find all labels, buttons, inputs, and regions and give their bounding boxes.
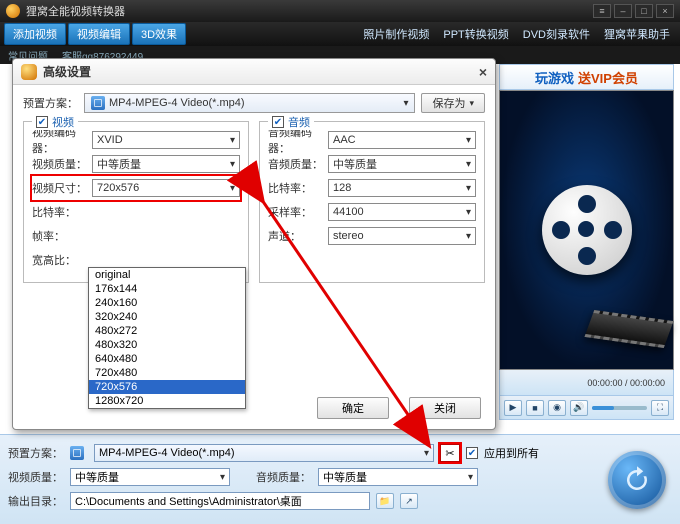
link-photo[interactable]: 照片制作视频 — [363, 26, 429, 42]
advanced-settings-dialog: 高级设置 × 预置方案： MP4-MPEG-4 Video(*.mp4) 保存为… — [12, 58, 496, 430]
app-title: 狸窝全能视频转换器 — [26, 3, 125, 19]
video-codec-select[interactable]: XVID — [92, 131, 240, 149]
video-quality-select[interactable]: 中等质量 — [70, 468, 230, 486]
audio-quality-select-dlg[interactable]: 中等质量 — [328, 155, 476, 173]
video-preview — [499, 90, 674, 370]
preset-select[interactable]: MP4-MPEG-4 Video(*.mp4) — [94, 444, 434, 462]
app-icon — [6, 4, 20, 18]
video-fieldset: ✔视频 视频编码器：XVID 视频质量：中等质量 视频尺寸：720x576 比特… — [23, 121, 249, 283]
dialog-title: 高级设置 — [43, 63, 91, 80]
volume-icon[interactable]: 🔊 — [570, 400, 588, 416]
video-size-dropdown[interactable]: original176x144240x160320x240480x272480x… — [88, 267, 246, 409]
size-option[interactable]: 720x480 — [89, 366, 245, 380]
audio-samplerate-label: 采样率： — [268, 204, 324, 220]
film-reel-icon — [542, 185, 632, 275]
dialog-icon — [21, 64, 37, 80]
film-strip-icon — [584, 310, 673, 348]
audio-quality-select[interactable]: 中等质量 — [318, 468, 478, 486]
banner-text-2: 送VIP会员 — [578, 68, 638, 87]
dlg-preset-select[interactable]: MP4-MPEG-4 Video(*.mp4) — [84, 93, 415, 113]
banner-text-1: 玩游戏 — [535, 68, 574, 87]
preset-file-icon — [91, 96, 105, 110]
video-timeline-bar: 00:00:00 / 00:00:00 — [499, 370, 674, 396]
video-aspect-label: 宽高比： — [32, 252, 88, 268]
audio-quality-label: 音频质量： — [268, 156, 324, 172]
add-video-button[interactable]: 添加视频 — [4, 23, 66, 45]
size-option[interactable]: 480x320 — [89, 338, 245, 352]
convert-button[interactable] — [608, 451, 666, 509]
main-toolbar: 添加视频 视频编辑 3D效果 照片制作视频 PPT转换视频 DVD刻录软件 狸窝… — [0, 22, 680, 46]
audio-samplerate-select[interactable]: 44100 — [328, 203, 476, 221]
link-apple[interactable]: 狸窝苹果助手 — [604, 26, 670, 42]
video-quality-label: 视频质量： — [32, 156, 88, 172]
link-ppt[interactable]: PPT转换视频 — [443, 26, 508, 42]
dialog-close-button[interactable]: × — [479, 64, 487, 80]
video-quality-label: 视频质量： — [8, 469, 64, 485]
audio-channel-label: 声道： — [268, 228, 324, 244]
output-dir-label: 输出目录： — [8, 493, 64, 509]
video-fps-label: 帧率： — [32, 228, 88, 244]
size-option[interactable]: original — [89, 268, 245, 282]
output-dir-field[interactable]: C:\Documents and Settings\Administrator\… — [70, 492, 370, 510]
promo-banner[interactable]: 玩游戏 送VIP会员 — [499, 64, 674, 90]
dialog-titlebar: 高级设置 × — [13, 59, 495, 85]
bottom-panel: 预置方案： MP4-MPEG-4 Video(*.mp4) ✂ ✔ 应用到所有 … — [0, 434, 680, 524]
size-option[interactable]: 720x576 — [89, 380, 245, 394]
time-display: 00:00:00 / 00:00:00 — [587, 378, 665, 388]
audio-legend: 音频 — [288, 114, 310, 130]
dlg-preset-label: 预置方案： — [23, 95, 78, 111]
preset-file-icon — [70, 446, 84, 460]
stop-button[interactable]: ■ — [526, 400, 544, 416]
video-enable-checkbox[interactable]: ✔ — [36, 116, 48, 128]
play-button[interactable]: ▶ — [504, 400, 522, 416]
window-maximize[interactable]: □ — [635, 4, 653, 18]
window-settings-icon[interactable]: ≡ — [593, 4, 611, 18]
link-dvd[interactable]: DVD刻录软件 — [523, 26, 590, 42]
video-size-label: 视频尺寸： — [32, 180, 88, 196]
effect-3d-button[interactable]: 3D效果 — [132, 23, 186, 45]
size-option[interactable]: 640x480 — [89, 352, 245, 366]
cancel-button[interactable]: 关闭 — [409, 397, 481, 419]
window-minimize[interactable]: – — [614, 4, 632, 18]
audio-fieldset: ✔音频 音频编码器：AAC 音频质量：中等质量 比特率：128 采样率：4410… — [259, 121, 485, 283]
audio-quality-label: 音频质量： — [256, 469, 312, 485]
browse-folder-button[interactable]: 📁 — [376, 493, 394, 509]
fullscreen-button[interactable]: ⛶ — [651, 400, 669, 416]
apply-all-label: 应用到所有 — [484, 445, 539, 461]
scissors-icon: ✂ — [445, 447, 454, 460]
advanced-settings-button[interactable]: ✂ — [440, 444, 460, 462]
volume-slider[interactable] — [592, 406, 647, 410]
size-option[interactable]: 1280x720 — [89, 394, 245, 408]
save-as-button[interactable]: 保存为 — [421, 93, 485, 113]
snapshot-button[interactable]: ◉ — [548, 400, 566, 416]
preset-label: 预置方案： — [8, 445, 64, 461]
video-size-select[interactable]: 720x576 — [92, 179, 240, 197]
size-option[interactable]: 480x272 — [89, 324, 245, 338]
window-close[interactable]: × — [656, 4, 674, 18]
open-folder-button[interactable]: ↗ — [400, 493, 418, 509]
video-panel: 玩游戏 送VIP会员 00:00:00 / 00:00:00 ▶ ■ ◉ 🔊 ⛶ — [499, 64, 674, 420]
audio-bitrate-select[interactable]: 128 — [328, 179, 476, 197]
video-legend: 视频 — [52, 114, 74, 130]
audio-bitrate-label: 比特率： — [268, 180, 324, 196]
audio-codec-select[interactable]: AAC — [328, 131, 476, 149]
ok-button[interactable]: 确定 — [317, 397, 389, 419]
audio-channel-select[interactable]: stereo — [328, 227, 476, 245]
size-option[interactable]: 176x144 — [89, 282, 245, 296]
edit-video-button[interactable]: 视频编辑 — [68, 23, 130, 45]
video-quality-select-dlg[interactable]: 中等质量 — [92, 155, 240, 173]
audio-enable-checkbox[interactable]: ✔ — [272, 116, 284, 128]
video-bitrate-label: 比特率： — [32, 204, 88, 220]
video-control-bar: ▶ ■ ◉ 🔊 ⛶ — [499, 396, 674, 420]
apply-all-checkbox[interactable]: ✔ — [466, 447, 478, 459]
size-option[interactable]: 240x160 — [89, 296, 245, 310]
titlebar: 狸窝全能视频转换器 ≡ – □ × — [0, 0, 680, 22]
size-option[interactable]: 320x240 — [89, 310, 245, 324]
